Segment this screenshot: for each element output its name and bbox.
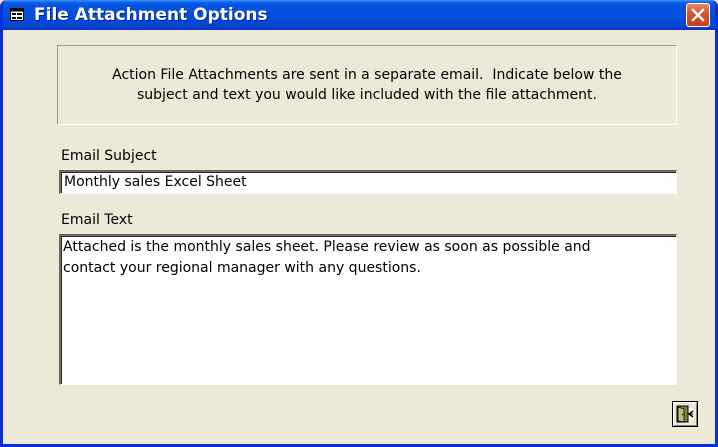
email-text-label: Email Text xyxy=(61,212,133,228)
email-text-line-1: Attached is the monthly sales sheet. Ple… xyxy=(63,239,591,255)
close-x-icon xyxy=(691,8,705,22)
email-subject-input[interactable]: Monthly sales Excel Sheet xyxy=(59,170,677,194)
info-message: Action File Attachments are sent in a se… xyxy=(58,65,676,105)
close-form-button[interactable] xyxy=(672,401,698,427)
exit-door-icon xyxy=(676,405,694,423)
dialog-window: File Attachment Options Action File Atta… xyxy=(0,0,718,447)
info-line-2: subject and text you would like included… xyxy=(137,87,597,103)
title-bar[interactable]: File Attachment Options xyxy=(3,0,715,30)
form-icon xyxy=(10,8,24,21)
email-subject-label: Email Subject xyxy=(61,148,157,164)
window-close-button[interactable] xyxy=(686,3,710,27)
email-text-line-2: contact your regional manager with any q… xyxy=(63,260,421,276)
email-text-area[interactable]: Attached is the monthly sales sheet. Ple… xyxy=(59,234,677,385)
info-message-box: Action File Attachments are sent in a se… xyxy=(57,45,677,125)
window-title: File Attachment Options xyxy=(34,5,268,25)
info-line-1: Action File Attachments are sent in a se… xyxy=(112,67,622,83)
